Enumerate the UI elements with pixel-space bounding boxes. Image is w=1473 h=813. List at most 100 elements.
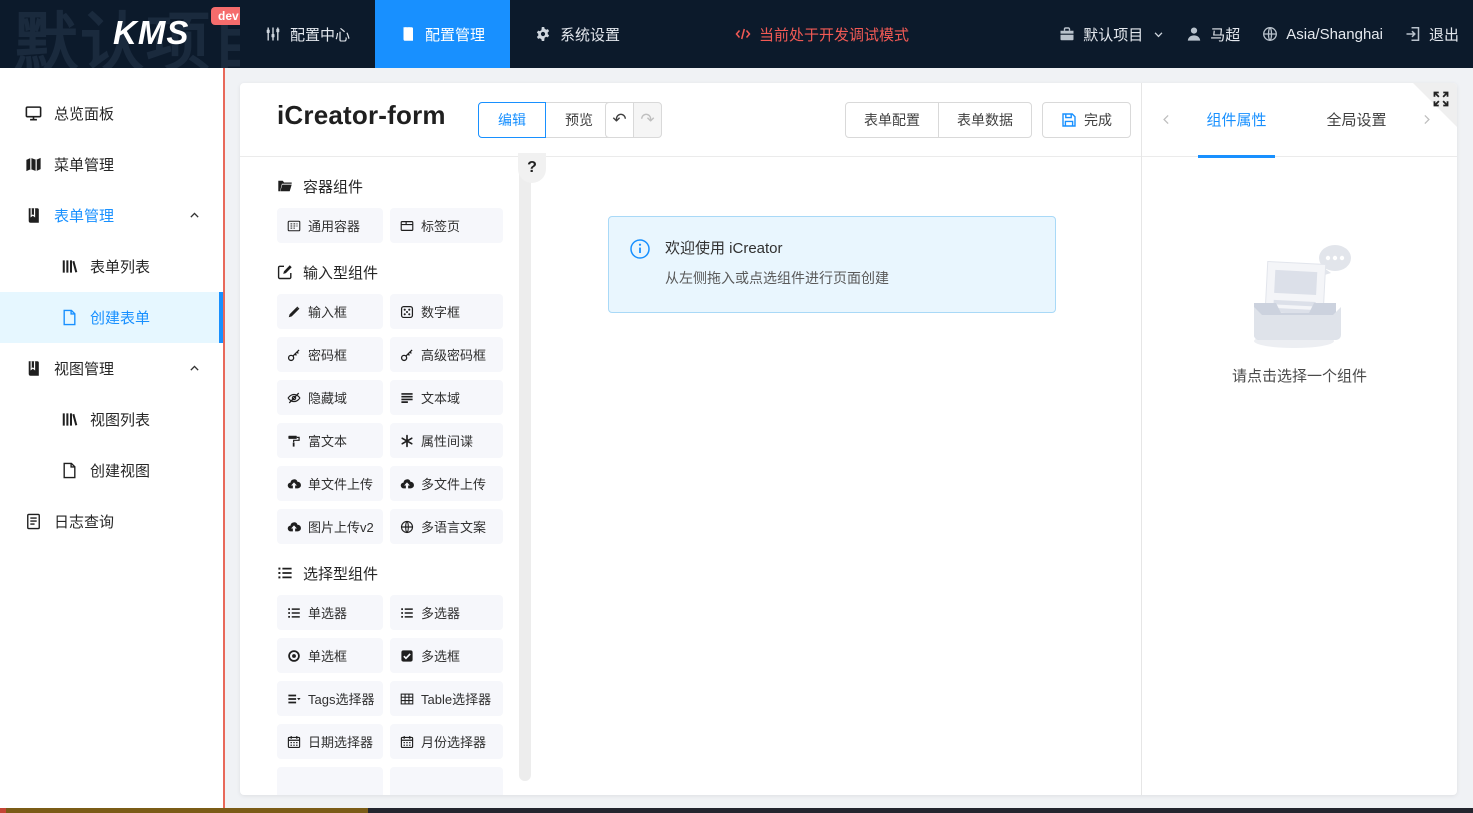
dev-badge: dev <box>211 7 240 25</box>
form-canvas[interactable]: 欢迎使用 iCreator 从左侧拖入或点选组件进行页面创建 <box>531 157 1141 795</box>
file-icon <box>61 309 78 326</box>
inspector-empty-state: 请点击选择一个组件 <box>1142 157 1457 795</box>
palette-item-多文件上传[interactable]: 多文件上传 <box>390 466 503 501</box>
book-icon <box>25 207 42 224</box>
palette-item-月份选择器[interactable]: 月份选择器 <box>390 724 503 759</box>
palette-item-label: 文本域 <box>421 391 461 406</box>
palette-item-图片上传v2[interactable]: 图片上传v2 <box>277 509 383 544</box>
nav-item-配置管理[interactable]: 配置管理 <box>375 0 511 68</box>
palette-item-partial[interactable] <box>390 767 503 795</box>
sidebar-item-总览面板[interactable]: 总览面板 <box>0 88 223 139</box>
radio-icon <box>287 649 301 663</box>
palette-item-多选器[interactable]: 多选器 <box>390 595 503 630</box>
empty-state-illustration <box>1253 245 1351 348</box>
nav-right-退出[interactable]: 退出 <box>1405 24 1459 45</box>
sidebar-item-菜单管理[interactable]: 菜单管理 <box>0 139 223 190</box>
logo-zone[interactable]: 默认项目 KMS dev <box>0 0 240 68</box>
folder-open-icon <box>277 178 293 194</box>
palette-grid: 单选器 多选器单选框 多选框 Tags选择器 Table选择器 日期选择器 月份选择器 <box>277 595 531 795</box>
form-button-表单配置[interactable]: 表单配置 <box>845 102 939 138</box>
palette-item-label: Tags选择器 <box>308 692 375 707</box>
mode-button-group: 编辑 预览 <box>478 102 613 138</box>
palette-item-输入框[interactable]: 输入框 <box>277 294 383 329</box>
palette-item-Table选择器[interactable]: Table选择器 <box>390 681 503 716</box>
book-icon <box>400 26 416 42</box>
sidebar-item-label: 总览面板 <box>54 106 115 123</box>
palette-item-高级密码框[interactable]: 高级密码框 <box>390 337 503 372</box>
nav-right-Asia/Shanghai[interactable]: Asia/Shanghai <box>1262 26 1383 43</box>
sidebar-item-视图列表[interactable]: 视图列表 <box>0 394 223 445</box>
done-button[interactable]: 完成 <box>1042 102 1131 138</box>
palette-item-单选器[interactable]: 单选器 <box>277 595 383 630</box>
palette-section-输入型组件: 输入型组件 <box>277 262 531 282</box>
sidebar-item-表单列表[interactable]: 表单列表 <box>0 241 223 292</box>
asterisk-icon <box>400 434 414 448</box>
alert-title: 欢迎使用 iCreator <box>665 240 783 257</box>
nav-right-默认项目[interactable]: 默认项目 <box>1059 24 1164 45</box>
palette-item-日期选择器[interactable]: 日期选择器 <box>277 724 383 759</box>
nav-right-items: 默认项目 马超 Asia/Shanghai 退出 <box>1059 0 1459 68</box>
nav-item-配置中心[interactable]: 配置中心 <box>240 0 375 68</box>
tags-icon <box>287 692 301 706</box>
sidebar-item-创建视图[interactable]: 创建视图 <box>0 445 223 496</box>
mode-button-编辑[interactable]: 编辑 <box>478 102 546 138</box>
palette-item-Tags选择器[interactable]: Tags选择器 <box>277 681 383 716</box>
nav-items: 配置中心 配置管理 系统设置 <box>240 0 645 68</box>
palette-item-label: 单选框 <box>308 649 348 664</box>
palette-item-富文本[interactable]: 富文本 <box>277 423 383 458</box>
palette-scrollbar[interactable] <box>519 157 531 781</box>
sidebar-item-创建表单[interactable]: 创建表单 <box>0 292 223 343</box>
checkbox-icon <box>400 649 414 663</box>
library-icon <box>61 258 78 275</box>
inspector-tab-全局设置[interactable]: 全局设置 <box>1319 83 1395 157</box>
fullscreen-icon[interactable] <box>1432 90 1450 108</box>
form-button-表单数据[interactable]: 表单数据 <box>938 102 1032 138</box>
nav-right-马超[interactable]: 马超 <box>1186 24 1240 45</box>
palette-item-密码框[interactable]: 密码框 <box>277 337 383 372</box>
sliders-icon <box>265 26 281 42</box>
palette-item-单选框[interactable]: 单选框 <box>277 638 383 673</box>
palette-item-label: 数字框 <box>421 305 461 320</box>
palette-item-标签页[interactable]: 标签页 <box>390 208 503 243</box>
tabs-icon <box>400 219 414 233</box>
sidebar-item-日志查询[interactable]: 日志查询 <box>0 496 223 547</box>
palette-item-单文件上传[interactable]: 单文件上传 <box>277 466 383 501</box>
gear-icon <box>535 26 551 42</box>
log-icon <box>25 513 42 530</box>
globe-icon <box>400 520 414 534</box>
palette-item-label: 单文件上传 <box>308 477 374 492</box>
inspector-tab-list: 组件属性 全局设置 <box>1177 83 1416 158</box>
list-icon <box>287 606 301 620</box>
top-navbar: 默认项目 KMS dev 配置中心 配置管理 系统设置 当前处于开发调试模式 默认项… <box>0 0 1473 68</box>
inspector-tab-组件属性[interactable]: 组件属性 <box>1198 83 1275 158</box>
palette-item-多选框[interactable]: 多选框 <box>390 638 503 673</box>
debug-mode-notice: 当前处于开发调试模式 <box>735 0 909 68</box>
help-badge[interactable]: ? <box>518 153 546 183</box>
palette-item-label: 图片上传v2 <box>308 520 374 535</box>
undo-button[interactable]: ↶ <box>605 102 634 138</box>
sidebar-item-视图管理[interactable]: 视图管理 <box>0 343 223 394</box>
chevron-up-icon <box>188 362 201 375</box>
palette-item-label: 属性间谍 <box>421 434 474 449</box>
palette-item-数字框[interactable]: 数字框 <box>390 294 503 329</box>
save-icon <box>1061 112 1077 128</box>
pen-icon <box>287 305 301 319</box>
nav-item-系统设置[interactable]: 系统设置 <box>510 0 645 68</box>
empty-state-caption: 请点击选择一个组件 <box>1231 368 1367 385</box>
palette-item-属性间谍[interactable]: 属性间谍 <box>390 423 503 458</box>
container-icon <box>287 219 301 233</box>
palette-item-partial[interactable] <box>277 767 383 795</box>
nav-right-label: 默认项目 <box>1083 26 1144 44</box>
palette-item-通用容器[interactable]: 通用容器 <box>277 208 383 243</box>
chevron-left-icon[interactable] <box>1156 109 1177 130</box>
done-button-label: 完成 <box>1084 112 1112 128</box>
palette-item-label: 富文本 <box>308 434 348 449</box>
redo-button[interactable]: ↷ <box>633 102 662 138</box>
palette-item-隐藏域[interactable]: 隐藏域 <box>277 380 383 415</box>
sidebar-item-表单管理[interactable]: 表单管理 <box>0 190 223 241</box>
mode-button-预览[interactable]: 预览 <box>545 102 613 138</box>
inspector-tabs: 组件属性 全局设置 <box>1142 83 1457 158</box>
eye-slash-icon <box>287 391 301 405</box>
palette-item-多语言文案[interactable]: 多语言文案 <box>390 509 503 544</box>
palette-item-文本域[interactable]: 文本域 <box>390 380 503 415</box>
